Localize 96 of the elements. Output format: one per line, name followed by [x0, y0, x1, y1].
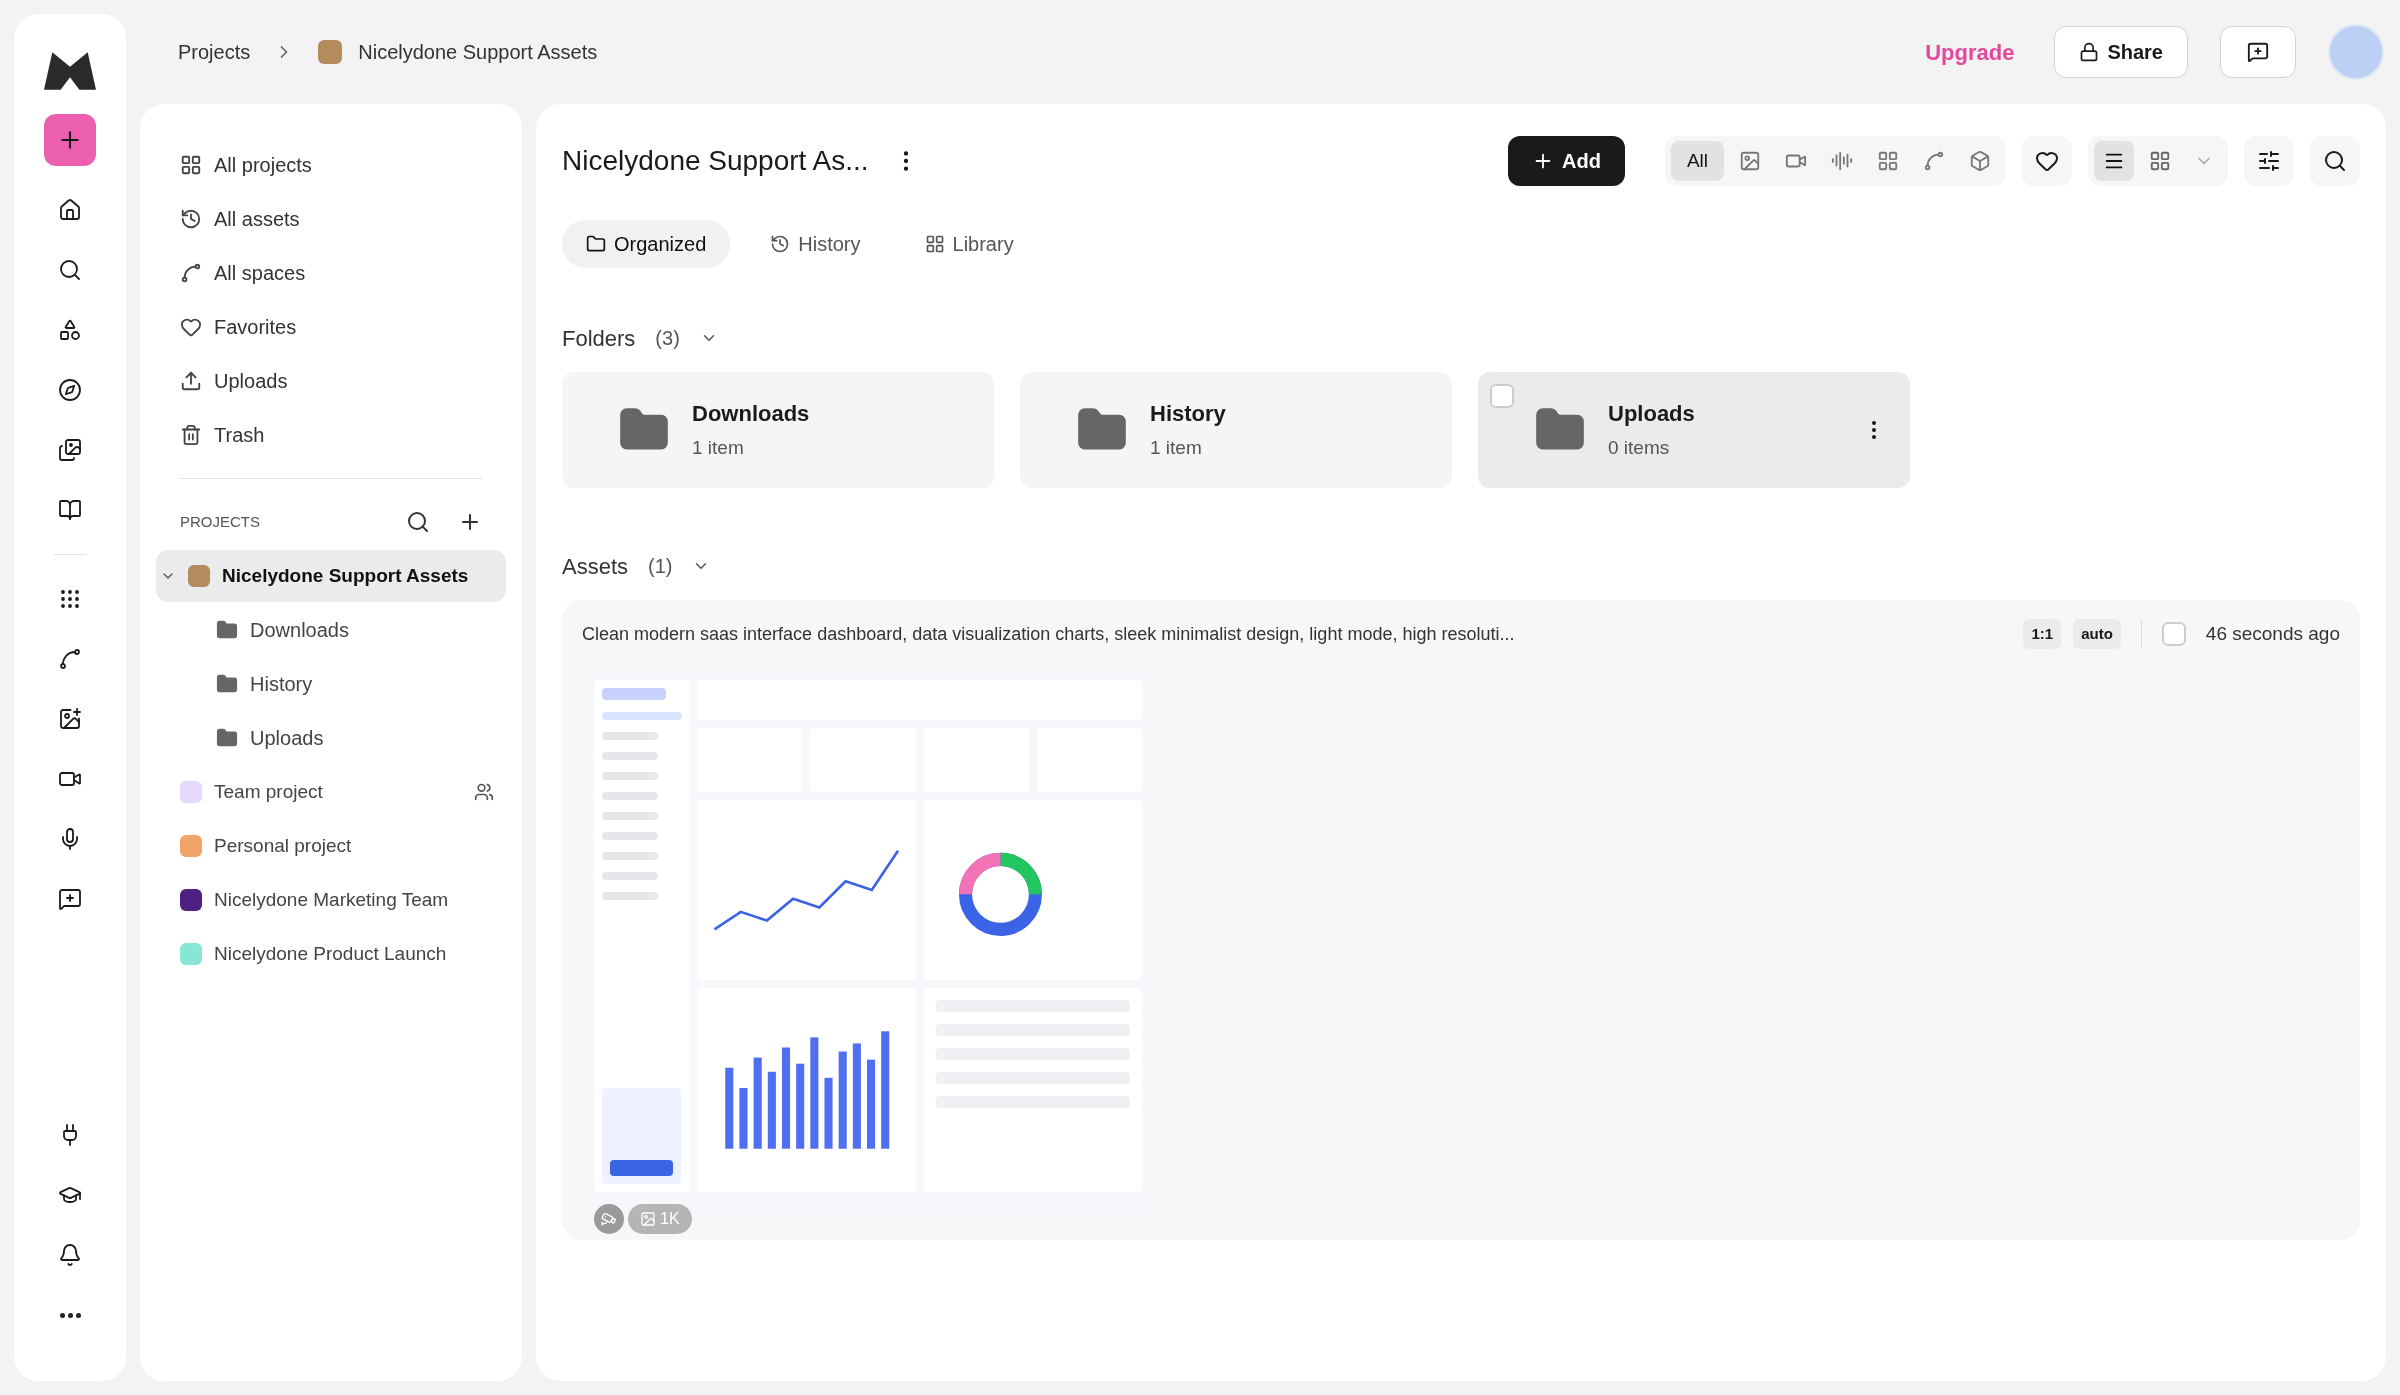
- sidebar-item[interactable]: All spaces: [156, 246, 506, 300]
- resolution-badge: 1K: [628, 1204, 692, 1234]
- folder-item[interactable]: History: [156, 657, 506, 711]
- create-button[interactable]: [44, 114, 96, 166]
- checkbox[interactable]: [1490, 384, 1514, 408]
- section-heading: Assets: [562, 552, 629, 581]
- bell-icon: [58, 1243, 82, 1267]
- images-icon: [58, 438, 82, 462]
- breadcrumb-link[interactable]: Projects: [178, 37, 251, 67]
- sidebar-item[interactable]: Trash: [156, 408, 506, 462]
- section-heading: PROJECTS: [180, 511, 261, 532]
- asset-count: (1): [648, 554, 673, 579]
- shapes-icon: [58, 318, 82, 342]
- share-button[interactable]: Share: [2054, 26, 2188, 78]
- folder-icon: [216, 727, 238, 749]
- grid-icon: [2149, 150, 2171, 172]
- folder-icon: [586, 234, 606, 254]
- folder-item[interactable]: Downloads: [156, 603, 506, 657]
- project-item[interactable]: Team project: [156, 766, 506, 818]
- app-logo: [44, 52, 96, 90]
- folder-name: Uploads: [1608, 400, 1696, 429]
- timestamp: 46 seconds ago: [2205, 621, 2340, 646]
- item-count: 1 item: [1150, 436, 1203, 461]
- trash-icon: [180, 424, 202, 446]
- asset-prompt: Clean modern saas interface dashboard, data visualization charts, sleek minimalist design, light mode, high resoluti...: [582, 622, 1516, 646]
- view-tab[interactable]: Organized: [562, 220, 731, 268]
- section-heading: Folders: [562, 324, 636, 353]
- image-icon: [1739, 150, 1761, 172]
- spline-icon: [180, 262, 202, 284]
- project-name: Nicelydone Support Assets: [222, 563, 470, 588]
- folder-icon: [216, 673, 238, 695]
- view-tab[interactable]: Library: [900, 220, 1038, 268]
- ratio-tag: 1:1: [2023, 618, 2062, 650]
- home-icon: [58, 198, 82, 222]
- folder-count: (3): [655, 326, 680, 351]
- sidebar-item[interactable]: Uploads: [156, 354, 506, 408]
- settings-icon: [2257, 149, 2281, 173]
- board-icon: [1877, 150, 1899, 172]
- chart-bar: [824, 1077, 833, 1149]
- audio-icon: [1831, 150, 1853, 172]
- breadcrumb-current: Nicelydone Support Assets: [358, 40, 598, 65]
- more-icon: [59, 1312, 81, 1318]
- apps-grid-icon: [58, 587, 82, 611]
- project-item[interactable]: Nicelydone Marketing Team: [156, 874, 506, 926]
- upload-icon: [180, 370, 202, 392]
- lock-icon: [2079, 42, 2100, 62]
- folder-card[interactable]: History 1 item: [1020, 372, 1452, 488]
- heart-icon: [2035, 149, 2059, 173]
- chart-bar: [739, 1087, 748, 1149]
- folder-icon: [216, 619, 238, 641]
- folder-name: Downloads: [692, 400, 811, 429]
- folder-card[interactable]: Uploads 0 items: [1478, 372, 1910, 488]
- folder-name: History: [1150, 400, 1227, 429]
- search-button[interactable]: [2310, 136, 2360, 186]
- project-name: Personal project: [214, 833, 353, 858]
- mode-tag: auto: [2073, 618, 2121, 650]
- view-tab[interactable]: History: [746, 220, 885, 268]
- sidebar-item[interactable]: All projects: [156, 138, 506, 192]
- project-name: Team project: [214, 779, 324, 804]
- spline-icon: [58, 647, 82, 671]
- book-icon: [58, 498, 82, 522]
- project-name: Nicelydone Product Launch: [214, 941, 448, 966]
- settings-button[interactable]: [2244, 136, 2294, 186]
- image-icon: [640, 1211, 656, 1227]
- history-icon: [180, 208, 202, 230]
- search-icon: [58, 258, 82, 282]
- grid-icon: [180, 154, 202, 176]
- sidebar-item[interactable]: Favorites: [156, 300, 506, 354]
- image-plus-icon: [58, 707, 82, 731]
- filter-tab[interactable]: All: [1670, 141, 1724, 181]
- chat-plus-icon: [2247, 41, 2269, 63]
- checkbox[interactable]: [2161, 622, 2186, 646]
- project-name: Nicelydone Marketing Team: [214, 887, 450, 912]
- folder-item[interactable]: Uploads: [156, 711, 506, 765]
- sidebar-item[interactable]: All assets: [156, 192, 506, 246]
- search-icon: [2323, 149, 2347, 173]
- item-count: 0 items: [1608, 436, 1671, 461]
- spline-icon: [1923, 150, 1945, 172]
- page-title: Nicelydone Support As...: [562, 144, 869, 178]
- list-view-button[interactable]: [2094, 141, 2134, 181]
- heart-icon: [180, 316, 202, 338]
- feedback-button[interactable]: [2220, 26, 2296, 78]
- history-icon: [770, 234, 791, 254]
- favorites-button[interactable]: [2022, 136, 2072, 186]
- folder-card[interactable]: Downloads 1 item: [562, 372, 994, 488]
- project-item[interactable]: Personal project: [156, 820, 506, 872]
- grid-icon: [924, 234, 945, 254]
- project-item[interactable]: Nicelydone Support Assets: [156, 550, 506, 602]
- item-count: 1 item: [692, 436, 745, 461]
- chat-plus-icon: [58, 887, 82, 911]
- compass-icon: [58, 378, 82, 402]
- cube-icon: [1969, 150, 1991, 172]
- shared-users-icon: [474, 782, 494, 802]
- add-button[interactable]: Add: [1508, 136, 1625, 186]
- project-item[interactable]: Nicelydone Product Launch: [156, 928, 506, 980]
- search-icon[interactable]: [406, 510, 430, 534]
